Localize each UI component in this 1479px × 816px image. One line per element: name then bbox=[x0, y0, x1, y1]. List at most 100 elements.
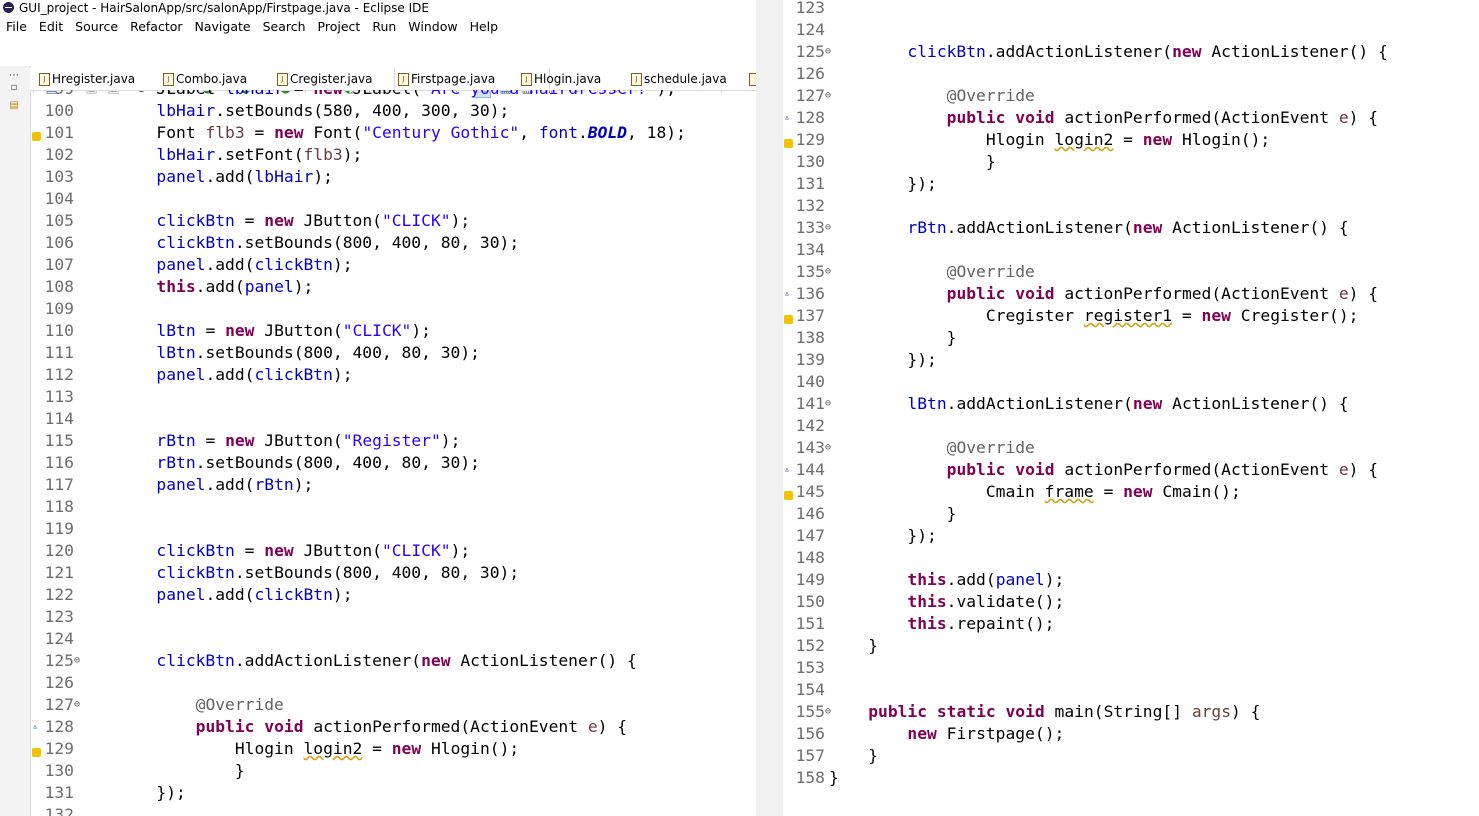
code-line[interactable]: 144 ▵ public void actionPerformed(ActionE… bbox=[783, 459, 1479, 481]
code-line[interactable]: 154 bbox=[783, 679, 1479, 701]
code-line[interactable]: 147 }); bbox=[783, 525, 1479, 547]
code-line[interactable]: 128 ▵ public void actionPerformed(ActionE… bbox=[783, 107, 1479, 129]
code-line[interactable]: 146 } bbox=[783, 503, 1479, 525]
code-line[interactable]: 115 rBtn = new JButton("Register"); bbox=[30, 430, 756, 452]
code-line[interactable]: 133 ⊖ rBtn.addActionListener(new ActionLi… bbox=[783, 217, 1479, 239]
code-line[interactable]: 127 ⊖ @Override bbox=[783, 85, 1479, 107]
restore-icon[interactable]: ▫ bbox=[8, 82, 20, 94]
code-line[interactable]: 121 clickBtn.setBounds(800, 400, 80, 30)… bbox=[30, 562, 756, 584]
code-line[interactable]: 116 rBtn.setBounds(800, 400, 80, 30); bbox=[30, 452, 756, 474]
code-line[interactable]: 122 panel.add(clickBtn); bbox=[30, 584, 756, 606]
code-line[interactable]: 107 panel.add(clickBtn); bbox=[30, 254, 756, 276]
code-line[interactable]: 103 panel.add(lbHair); bbox=[30, 166, 756, 188]
code-line[interactable]: 148 bbox=[783, 547, 1479, 569]
code-line[interactable]: 129 Hlogin login2 = new Hlogin(); bbox=[783, 129, 1479, 151]
code-line[interactable]: 157 } bbox=[783, 745, 1479, 767]
code-line[interactable]: 127 ⊖ @Override bbox=[30, 694, 756, 716]
line-number: 106 bbox=[44, 233, 74, 252]
code-line[interactable]: 156 new Firstpage(); bbox=[783, 723, 1479, 745]
code-line[interactable]: 111 lBtn.setBounds(800, 400, 80, 30); bbox=[30, 342, 756, 364]
menu-search[interactable]: Search bbox=[263, 17, 306, 37]
code-line[interactable]: 131 }); bbox=[30, 782, 756, 804]
code-line[interactable]: 138 } bbox=[783, 327, 1479, 349]
code-line[interactable]: 126 bbox=[30, 672, 756, 694]
menu-run[interactable]: Run bbox=[372, 17, 396, 37]
code-line[interactable]: 112 panel.add(clickBtn); bbox=[30, 364, 756, 386]
tab-combo[interactable]: J Combo.java bbox=[160, 68, 247, 90]
menu-help[interactable]: Help bbox=[470, 17, 499, 37]
code-line[interactable]: 139 }); bbox=[783, 349, 1479, 371]
code-line[interactable]: 142 bbox=[783, 415, 1479, 437]
tab-hregister[interactable]: J Hregister.java bbox=[36, 68, 135, 90]
code-text: lBtn.setBounds(800, 400, 80, 30); bbox=[156, 343, 480, 362]
code-line[interactable]: 119 bbox=[30, 518, 756, 540]
tab-overflow[interactable] bbox=[746, 68, 756, 90]
code-line[interactable]: 114 bbox=[30, 408, 756, 430]
code-line[interactable]: 123 bbox=[30, 606, 756, 628]
tab-schedule[interactable]: Jschedule.java bbox=[628, 68, 727, 90]
code-line[interactable]: 143 ⊖ @Override bbox=[783, 437, 1479, 459]
code-line[interactable]: 130 } bbox=[30, 760, 756, 782]
code-text: @Override bbox=[195, 695, 284, 714]
code-line[interactable]: 125 ⊖ clickBtn.addActionListener(new Acti… bbox=[30, 650, 756, 672]
code-line[interactable]: 132 bbox=[783, 195, 1479, 217]
code-line[interactable]: 132 bbox=[30, 804, 756, 816]
code-line[interactable]: 152 } bbox=[783, 635, 1479, 657]
code-line[interactable]: 125 ⊖ clickBtn.addActionListener(new Acti… bbox=[783, 41, 1479, 63]
code-text: panel.add(clickBtn); bbox=[156, 585, 353, 604]
code-line[interactable]: 124 bbox=[30, 628, 756, 650]
code-line[interactable]: 123 bbox=[783, 0, 1479, 19]
code-line[interactable]: 130 } bbox=[783, 151, 1479, 173]
code-line[interactable]: 135 ⊖ @Override bbox=[783, 261, 1479, 283]
package-explorer-icon[interactable]: ▤ bbox=[8, 100, 20, 112]
code-line[interactable]: 108 this.add(panel); bbox=[30, 276, 756, 298]
code-line[interactable]: 141 ⊖ lBtn.addActionListener(new ActionLi… bbox=[783, 393, 1479, 415]
code-line[interactable]: 145 Cmain frame = new Cmain(); bbox=[783, 481, 1479, 503]
code-text: rBtn = new JButton("Register"); bbox=[156, 431, 461, 450]
code-text: } bbox=[829, 746, 879, 765]
code-text: this.add(panel); bbox=[907, 570, 1065, 589]
code-line[interactable]: 106 clickBtn.setBounds(800, 400, 80, 30)… bbox=[30, 232, 756, 254]
code-line[interactable]: 150 this.validate(); bbox=[783, 591, 1479, 613]
code-line[interactable]: 140 bbox=[783, 371, 1479, 393]
code-line[interactable]: 136 ▵ public void actionPerformed(ActionE… bbox=[783, 283, 1479, 305]
code-line[interactable]: 105 clickBtn = new JButton("CLICK"); bbox=[30, 210, 756, 232]
line-number: 158 bbox=[795, 768, 825, 787]
code-line[interactable]: 100 lbHair.setBounds(580, 400, 300, 30); bbox=[30, 100, 756, 122]
line-number: 156 bbox=[795, 724, 825, 743]
code-line[interactable]: 110 lBtn = new JButton("CLICK"); bbox=[30, 320, 756, 342]
tab-hlogin[interactable]: J Hlogin.java bbox=[518, 68, 601, 90]
menu-source[interactable]: Source bbox=[75, 17, 118, 37]
code-line[interactable]: 126 bbox=[783, 63, 1479, 85]
code-line[interactable]: 149 this.add(panel); bbox=[783, 569, 1479, 591]
code-line[interactable]: 155 ⊖ public static void main(String[] ar… bbox=[783, 701, 1479, 723]
code-line[interactable]: 124 bbox=[783, 19, 1479, 41]
code-line[interactable]: 117 panel.add(rBtn); bbox=[30, 474, 756, 496]
code-line[interactable]: 118 bbox=[30, 496, 756, 518]
code-line[interactable]: 158} bbox=[783, 767, 1479, 789]
code-text: public void actionPerformed(ActionEvent … bbox=[946, 108, 1379, 127]
code-line[interactable]: 104 bbox=[30, 188, 756, 210]
menu-refactor[interactable]: Refactor bbox=[130, 17, 182, 37]
code-line[interactable]: 99 JLabel lbHair = new JLabel("Are you a… bbox=[30, 90, 756, 100]
code-line[interactable]: 120 clickBtn = new JButton("CLICK"); bbox=[30, 540, 756, 562]
code-line[interactable]: 101 Font flb3 = new Font("Century Gothic… bbox=[30, 122, 756, 144]
menu-navigate[interactable]: Navigate bbox=[195, 17, 251, 37]
menu-project[interactable]: Project bbox=[318, 17, 361, 37]
code-line[interactable]: 128 ▵ public void actionPerformed(ActionE… bbox=[30, 716, 756, 738]
code-line[interactable]: 137 Cregister register1 = new Cregister(… bbox=[783, 305, 1479, 327]
menu-edit[interactable]: Edit bbox=[39, 17, 63, 37]
tab-cregister[interactable]: J Cregister.java bbox=[274, 68, 373, 90]
code-line[interactable]: 153 bbox=[783, 657, 1479, 679]
view-menu-icon[interactable]: ⋯ bbox=[8, 70, 20, 82]
code-line[interactable]: 134 bbox=[783, 239, 1479, 261]
left-code-editor[interactable]: 99 JLabel lbHair = new JLabel("Are you a… bbox=[30, 90, 756, 816]
menu-file[interactable]: File bbox=[6, 17, 27, 37]
code-line[interactable]: 109 bbox=[30, 298, 756, 320]
menu-window[interactable]: Window bbox=[408, 17, 457, 37]
code-line[interactable]: 131 }); bbox=[783, 173, 1479, 195]
code-line[interactable]: 102 lbHair.setFont(flb3); bbox=[30, 144, 756, 166]
code-line[interactable]: 129 Hlogin login2 = new Hlogin(); bbox=[30, 738, 756, 760]
code-line[interactable]: 113 bbox=[30, 386, 756, 408]
code-line[interactable]: 151 this.repaint(); bbox=[783, 613, 1479, 635]
